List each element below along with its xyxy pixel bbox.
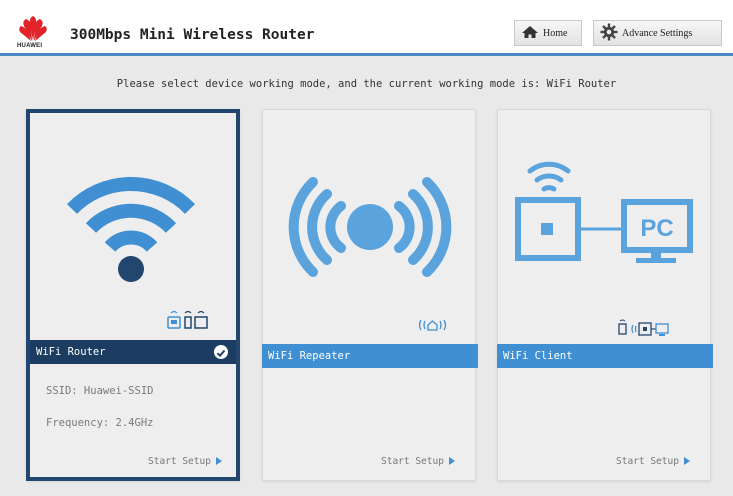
logo-text: HUAWEI: [17, 43, 43, 49]
wifi-router-illustration: [30, 113, 236, 343]
gear-icon: [600, 23, 618, 44]
home-button[interactable]: Home: [514, 20, 582, 46]
start-setup-link[interactable]: Start Setup: [616, 456, 690, 467]
card-title: WiFi Client: [503, 350, 573, 362]
check-icon: [214, 345, 228, 359]
start-setup-label: Start Setup: [148, 456, 211, 467]
working-mode-message: Please select device working mode, and t…: [116, 78, 617, 90]
client-mini-icons: [618, 319, 669, 336]
play-arrow-icon: [215, 456, 222, 465]
home-label: Home: [543, 27, 568, 39]
play-arrow-icon: [683, 456, 690, 465]
card-title: WiFi Repeater: [268, 350, 351, 362]
card-title-bar: WiFi Repeater: [262, 344, 478, 368]
ssid-text: SSID: Huawei-SSID: [46, 385, 154, 397]
repeater-mini-icon: [418, 319, 447, 331]
start-setup-label: Start Setup: [616, 456, 679, 467]
card-wifi-repeater[interactable]: WiFi Repeater Start Setup: [262, 109, 478, 481]
product-title: 300Mbps Mini Wireless Router: [70, 27, 315, 43]
start-setup-link[interactable]: Start Setup: [381, 456, 455, 467]
card-title: WiFi Router: [36, 346, 106, 358]
advance-settings-button[interactable]: Advance Settings: [593, 20, 722, 46]
header: HUAWEI 300Mbps Mini Wireless Router Home: [0, 0, 733, 56]
wifi-repeater-illustration: [263, 110, 475, 340]
frequency-text: Frequency: 2.4GHz: [46, 417, 154, 429]
home-icon: [521, 25, 539, 42]
pc-label: PC: [640, 215, 673, 242]
advance-settings-label: Advance Settings: [622, 27, 693, 39]
card-title-bar: WiFi Router: [30, 340, 236, 364]
start-setup-link[interactable]: Start Setup: [148, 456, 222, 467]
huawei-logo: [18, 14, 48, 44]
start-setup-label: Start Setup: [381, 456, 444, 467]
play-arrow-icon: [448, 456, 455, 465]
wifi-client-illustration: PC: [498, 110, 710, 340]
card-title-bar: WiFi Client: [497, 344, 713, 368]
card-wifi-router[interactable]: WiFi Router SSID: Huawei-SSID Frequency:…: [26, 109, 240, 481]
router-mini-icons: [167, 310, 208, 329]
card-wifi-client[interactable]: PC WiFi Client Start Setup: [497, 109, 713, 481]
